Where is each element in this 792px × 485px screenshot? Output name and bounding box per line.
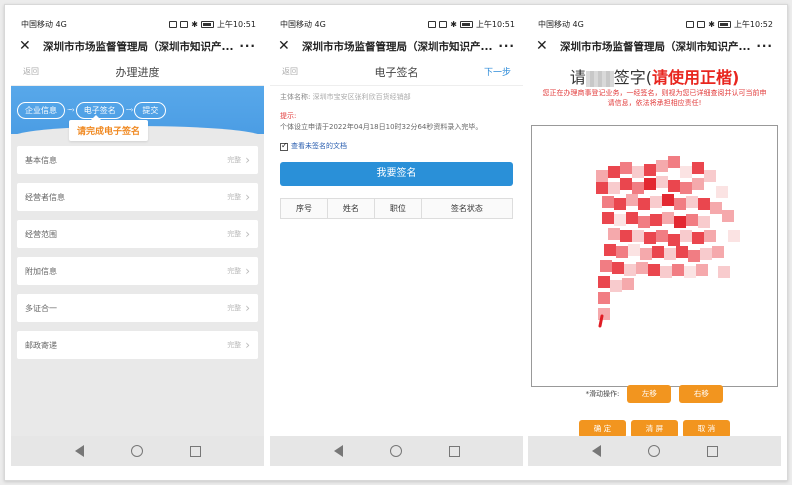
list-item-additional-info[interactable]: 附加信息 完整 › — [17, 257, 258, 285]
pixelated-signature — [596, 156, 740, 320]
table-header: 姓名 — [326, 198, 375, 219]
battery-icon — [459, 20, 473, 28]
nfc-icon — [686, 20, 695, 28]
app-title-bar: ✕ 深圳市市场监督管理局（深圳市知识产... ··· — [11, 34, 264, 58]
signature-strokes — [596, 156, 740, 328]
table-header: 职位 — [373, 198, 422, 219]
status-bar: 中国移动 4G ✱ 上午10:52 — [528, 14, 781, 34]
bluetooth-icon: ✱ — [450, 19, 457, 29]
scroll-label: *滑动操作: — [585, 390, 620, 398]
vibrate-icon — [697, 20, 706, 28]
battery-icon — [717, 20, 731, 28]
page-header: 返回 办理进度 — [11, 58, 264, 86]
step-submit[interactable]: 提交 — [134, 101, 167, 119]
nfc-icon — [169, 20, 178, 28]
more-menu-icon[interactable]: ··· — [751, 39, 773, 53]
list-item-business-scope[interactable]: 经营范围 完整 › — [17, 220, 258, 248]
chevron-right-icon: › — [245, 153, 250, 167]
nav-recent-icon[interactable] — [706, 445, 718, 457]
status-bar: 中国移动 4G ✱ 上午10:51 — [11, 14, 264, 34]
page-title: 电子签名 — [374, 65, 419, 79]
app-title-bar: ✕ 深圳市市场监督管理局（深圳市知识产... ··· — [528, 34, 781, 58]
table-header: 签名状态 — [420, 198, 514, 219]
signers-table: 序号 姓名 职位 签名状态 — [280, 198, 514, 219]
next-step-button[interactable]: 下一步 — [451, 65, 511, 78]
back-button[interactable]: 返回 — [23, 66, 83, 77]
sign-button[interactable]: 我要签名 — [280, 162, 513, 186]
nav-back-icon[interactable] — [74, 445, 84, 457]
signature-tooltip: 请完成电子签名 — [69, 115, 149, 141]
table-header: 序号 — [280, 198, 328, 219]
clock: 上午10:52 — [733, 19, 773, 29]
vibrate-icon — [439, 20, 448, 28]
step-company-info[interactable]: 企业信息 — [17, 101, 65, 119]
step-arrow-icon: ····› — [125, 106, 134, 114]
blurred-name — [585, 70, 614, 87]
scroll-controls: *滑动操作: 左移 右移 — [528, 385, 781, 403]
chevron-right-icon: › — [245, 190, 250, 204]
back-button[interactable]: 返回 — [282, 66, 342, 77]
bluetooth-icon: ✱ — [708, 19, 715, 29]
more-menu-icon[interactable]: ··· — [234, 39, 256, 53]
tip-body: 个体设立申请于2022年04月18日10时32分64秒资料录入完毕。 — [280, 123, 483, 131]
signature-canvas[interactable] — [531, 125, 778, 387]
chevron-right-icon: › — [245, 264, 250, 278]
chevron-right-icon: › — [245, 227, 250, 241]
list-item-postal-delivery[interactable]: 邮政寄递 完整 › — [17, 331, 258, 359]
phone-screen-signing-pad: 中国移动 4G ✱ 上午10:52 ✕ 深圳市市场监督管理局（深圳市知识产...… — [528, 14, 781, 466]
nav-back-icon[interactable] — [591, 445, 601, 457]
nav-home-icon[interactable] — [389, 445, 402, 457]
app-title: 深圳市市场监督管理局（深圳市知识产... — [302, 40, 493, 53]
signature-warning: 您正在办理商事登记业务，一经签名，则视为您已详细查阅并认可当前申请信息，依法将承… — [542, 89, 767, 107]
battery-icon — [200, 20, 214, 28]
list-item-operator-info[interactable]: 经营者信息 完整 › — [17, 183, 258, 211]
progress-body: 企业信息 ····› 电子签名 ····› 提交 请完成电子签名 基本信息 完整… — [11, 86, 264, 436]
page-title: 办理进度 — [115, 65, 160, 79]
close-icon[interactable]: ✕ — [19, 38, 43, 54]
close-icon[interactable]: ✕ — [278, 38, 302, 54]
phone-screen-progress: 中国移动 4G ✱ 上午10:51 ✕ 深圳市市场监督管理局（深圳市知识产...… — [11, 14, 264, 466]
android-nav-bar — [11, 436, 264, 466]
checkbox[interactable] — [280, 140, 288, 151]
bluetooth-icon: ✱ — [191, 19, 198, 29]
app-title-bar: ✕ 深圳市市场监督管理局（深圳市知识产... ··· — [270, 34, 523, 58]
android-nav-bar — [270, 436, 523, 466]
nav-home-icon[interactable] — [647, 445, 660, 457]
list-item-basic-info[interactable]: 基本信息 完整 › — [17, 146, 258, 174]
move-right-button[interactable]: 右移 — [679, 385, 724, 403]
nav-back-icon[interactable] — [333, 445, 343, 457]
step-arrow-icon: ····› — [67, 106, 75, 114]
vibrate-icon — [180, 20, 189, 28]
app-title: 深圳市市场监督管理局（深圳市知识产... — [43, 40, 234, 53]
carrier-label: 中国移动 4G — [21, 19, 67, 29]
carrier-label: 中国移动 4G — [280, 19, 326, 29]
nav-recent-icon[interactable] — [448, 445, 460, 457]
chevron-right-icon: › — [245, 338, 250, 352]
view-unsigned-docs[interactable]: 查看未签名的文档 — [280, 140, 513, 152]
clock: 上午10:51 — [216, 19, 256, 29]
nav-recent-icon[interactable] — [189, 445, 201, 457]
close-icon[interactable]: ✕ — [536, 38, 560, 54]
chevron-right-icon: › — [245, 301, 250, 315]
android-nav-bar — [528, 436, 781, 466]
clock: 上午10:51 — [475, 19, 515, 29]
carrier-label: 中国移动 4G — [538, 19, 584, 29]
status-bar: 中国移动 4G ✱ 上午10:51 — [270, 14, 523, 34]
app-title: 深圳市市场监督管理局（深圳市知识产... — [560, 40, 751, 53]
nav-home-icon[interactable] — [130, 445, 143, 457]
more-menu-icon[interactable]: ··· — [493, 39, 515, 53]
move-left-button[interactable]: 左移 — [627, 385, 672, 403]
signature-stroke — [598, 314, 604, 328]
nfc-icon — [428, 20, 437, 28]
tip-title: 提示: — [280, 112, 297, 120]
phone-screen-e-signature: 中国移动 4G ✱ 上午10:51 ✕ 深圳市市场监督管理局（深圳市知识产...… — [270, 14, 523, 466]
signature-title: 请签字(请使用正楷) — [569, 68, 740, 87]
list-item-multi-cert[interactable]: 多证合一 完整 › — [17, 294, 258, 322]
page-header: 返回 电子签名 下一步 — [270, 58, 523, 86]
info-list: 基本信息 完整 › 经营者信息 完整 › 经营范围 完整 › 附加信息 完整 › 多证合… — [17, 146, 258, 368]
subject-name: 主体名称: 深圳市宝安区张利欣百货经销部 — [280, 93, 411, 101]
signature-content: 主体名称: 深圳市宝安区张利欣百货经销部 提示: 个体设立申请于2022年04月… — [270, 86, 523, 225]
